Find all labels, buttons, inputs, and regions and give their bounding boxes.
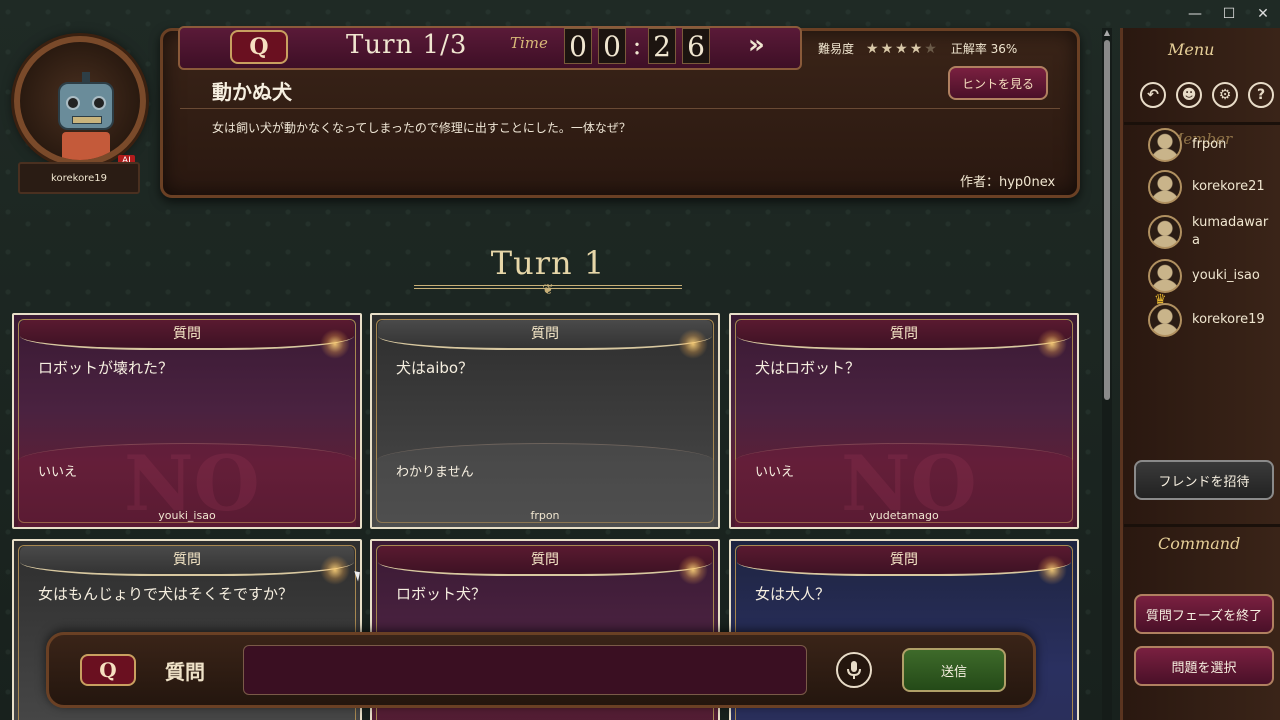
lamp-glow-icon [320,555,350,585]
card-author: frpon [530,509,560,522]
lamp-glow-icon [1037,329,1067,359]
player-avatar [14,36,146,166]
question-author: 作者：hyp0nex [960,175,1056,190]
scroll-up-icon[interactable]: ▲ [1102,28,1112,38]
question-text: 女は飼い犬が動かなくなってしまったので修理に出すことにした。一体なぜ？ [212,121,631,135]
hint-button[interactable]: ヒントを見る [948,66,1048,100]
input-label: 質問 [165,660,205,684]
lamp-glow-icon [320,329,350,359]
discord-icon[interactable]: ☻ [1176,82,1202,108]
ornament-icon: ❦ [542,282,554,298]
timer-digit: 6 [682,28,710,64]
member-item[interactable]: youki_isao [1148,259,1272,293]
time-label: Time [510,34,548,52]
card-question: ロボット犬？ [396,585,487,603]
accuracy-rate: 正解率 36% [950,42,1018,56]
card-question: ロボットが壊れた？ [38,359,174,377]
microphone-button[interactable] [836,652,872,688]
card-author: yudetamago [869,509,939,522]
timer-digit: 0 [598,28,626,64]
member-item[interactable]: frpon [1148,128,1272,162]
card-answer: わかりません [396,465,474,480]
card-question: 犬はロボット？ [755,359,861,377]
divider [180,108,1060,109]
send-button[interactable]: 送信 [902,648,1006,692]
member-item[interactable]: korekore21 [1148,170,1272,204]
member-item[interactable]: korekore19 [1148,303,1272,337]
question-input[interactable] [243,645,807,695]
timer-digit: 2 [648,28,676,64]
window-controls: — ☐ ✕ [1178,0,1280,28]
card-header: 質問 [737,320,1071,350]
member-name: korekore19 [1192,312,1265,327]
card-header: 質問 [378,546,712,576]
avatar [1148,259,1182,293]
question-icon: Q [80,654,136,686]
turn-counter: Turn 1/3 [346,30,468,60]
card-header: 質問 [20,546,354,576]
question-card[interactable]: 質問 犬はaibo？ わかりません frpon [370,313,720,529]
gear-icon[interactable]: ⚙ [1212,82,1238,108]
card-header: 質問 [20,320,354,350]
question-title: 動かぬ犬 [212,80,292,104]
scrollbar-thumb[interactable] [1104,40,1110,400]
avatar [1148,215,1182,249]
card-question: 女はもんじょりで犬はそくそですか？ [38,585,294,603]
card-answer: いいえ [755,465,795,480]
divider [1124,122,1280,125]
question-icon: Q [230,30,288,64]
member-name: frpon [1192,137,1227,152]
minimize-button[interactable]: — [1178,0,1212,28]
card-header: 質問 [737,546,1071,576]
select-problem-button[interactable]: 問題を選択 [1134,646,1274,686]
command-title: Command [1158,534,1241,553]
card-answer: いいえ [38,465,78,480]
turn-heading: Turn 1 [490,244,606,282]
difficulty-row: 難易度 ★★★★★ 正解率 36% [818,40,1017,57]
member-name: korekore21 [1192,179,1265,194]
skip-forward-icon[interactable]: » [748,30,765,60]
member-item[interactable]: kumadawara [1148,214,1272,250]
star-icon: ★ [895,40,910,57]
star-icon: ★ [909,40,925,57]
question-card[interactable]: NO 質問 犬はロボット？ いいえ yudetamago [729,313,1079,529]
star-empty-icon: ★ [924,40,939,57]
robot-avatar-icon [58,72,114,160]
avatar [1148,170,1182,204]
maximize-button[interactable]: ☐ [1212,0,1246,28]
question-card[interactable]: NO 質問 ロボットが壊れた？ いいえ youki_isao [12,313,362,529]
lamp-glow-icon [678,329,708,359]
menu-icons: ↶ ☻ ⚙ ? [1140,82,1274,108]
close-button[interactable]: ✕ [1246,0,1280,28]
timer-digit: 0 [564,28,592,64]
card-author: youki_isao [158,509,216,522]
lamp-glow-icon [678,555,708,585]
difficulty-label: 難易度 [818,42,855,56]
star-icon: ★ [866,40,881,57]
invite-friend-button[interactable]: フレンドを招待 [1134,460,1274,500]
end-question-phase-button[interactable]: 質問フェーズを終了 [1134,594,1274,634]
avatar [1148,303,1182,337]
member-name: youki_isao [1192,268,1260,283]
divider [1124,524,1280,527]
card-header: 質問 [378,320,712,350]
player-name: korekore19 [18,162,140,194]
menu-title: Menu [1168,40,1215,59]
microphone-icon [847,661,861,679]
timer: 0 0 : 2 6 [564,28,710,64]
star-icon: ★ [880,40,896,57]
difficulty-stars: ★★★★★ [866,41,939,57]
card-question: 女は大人？ [755,585,831,603]
back-icon[interactable]: ↶ [1140,82,1166,108]
avatar [1148,128,1182,162]
timer-colon: : [632,31,642,61]
card-question: 犬はaibo？ [396,359,474,377]
lamp-glow-icon [1037,555,1067,585]
help-icon[interactable]: ? [1248,82,1274,108]
member-name: kumadawara [1192,215,1269,248]
